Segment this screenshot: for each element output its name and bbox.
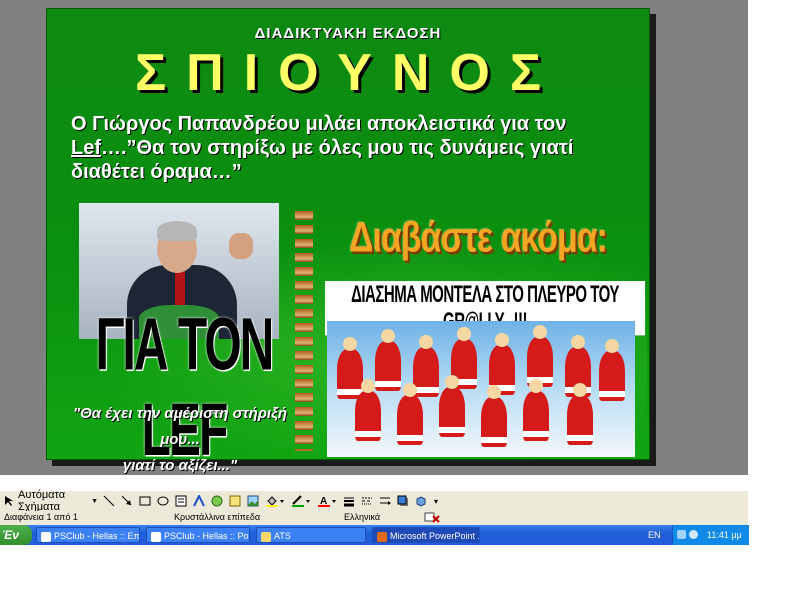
task-psclub-1[interactable]: PSClub - Hellas :: Επε...	[36, 527, 140, 543]
line-style-icon[interactable]	[342, 493, 356, 509]
model-figure	[439, 375, 465, 437]
read-more-heading: Διαβάστε ακόμα:	[349, 214, 608, 262]
autoshapes-menu[interactable]: Αυτόματα Σχήματα ▼	[18, 489, 98, 513]
headline: Ο Γιώργος Παπανδρέου μιλάει αποκλειστικά…	[71, 112, 631, 184]
start-button[interactable]: Έν	[0, 525, 32, 545]
spelling-check-icon[interactable]	[424, 511, 440, 525]
status-bar: Διαφάνεια 1 από 1 Κρυστάλλινα επίπεδα Ελ…	[0, 511, 748, 525]
slide-workspace: ΔΙΑΔΙΚΤΥΑΚΗ ΕΚΔΟΣΗ ΣΠΙΟΥΝΟΣ Ο Γιώργος Πα…	[0, 0, 748, 475]
model-figure	[337, 337, 363, 399]
browser-icon	[151, 531, 161, 542]
task-label: ATS	[274, 531, 291, 541]
design-name: Κρυστάλλινα επίπεδα	[174, 512, 261, 522]
wordart-tool-icon[interactable]	[192, 493, 206, 509]
model-figure	[567, 383, 593, 445]
task-psclub-2[interactable]: PSClub - Hellas :: Por...	[146, 527, 250, 543]
font-color-icon[interactable]: A	[316, 493, 338, 509]
task-ats[interactable]: ATS	[256, 527, 366, 543]
browser-icon	[41, 531, 51, 542]
model-figure	[599, 339, 625, 401]
fill-color-icon[interactable]	[264, 493, 286, 509]
headline-part2: ….”Θα τον στηρίξω με όλες μου τις δυνάμε…	[71, 137, 574, 183]
headline-part1: Ο Γιώργος Παπανδρέου μιλάει αποκλειστικά…	[71, 113, 567, 135]
quote-line-2: γιατί το αξίζει..."	[122, 457, 238, 474]
folder-icon	[261, 531, 271, 542]
model-figure	[481, 385, 507, 447]
models-photo	[327, 321, 635, 457]
rectangle-tool-icon[interactable]	[138, 493, 152, 509]
arrow-tool-icon[interactable]	[120, 493, 134, 509]
select-arrow-icon[interactable]	[4, 493, 14, 509]
line-color-icon[interactable]	[290, 493, 312, 509]
network-icon[interactable]	[677, 530, 686, 539]
language-status: Ελληνικά	[344, 512, 381, 522]
clock[interactable]: 11:41 μμ	[707, 525, 742, 545]
model-figure	[375, 329, 401, 391]
autoshapes-label: Αυτόματα Σχήματα	[18, 489, 66, 513]
slide-counter: Διαφάνεια 1 από 1	[4, 512, 78, 522]
dash-style-icon[interactable]	[360, 493, 374, 509]
task-label: PSClub - Hellas :: Por...	[164, 531, 250, 541]
model-figure	[355, 379, 381, 441]
speaker-hand	[229, 233, 253, 259]
textbox-tool-icon[interactable]	[174, 493, 188, 509]
masthead-title: ΣΠΙΟΥΝΟΣ	[134, 44, 562, 102]
arrow-style-icon[interactable]	[378, 493, 392, 509]
model-figure	[523, 379, 549, 441]
quote-text: "Θα έχει την αμέριστη στήριξή μου... για…	[55, 401, 305, 479]
dropdown-arrow-icon: ▼	[91, 497, 98, 505]
model-figure	[397, 383, 423, 445]
drawing-toolbar: Αυτόματα Σχήματα ▼ A ▾	[0, 489, 748, 513]
toolbar-options-icon[interactable]: ▾	[432, 493, 440, 509]
diagram-tool-icon[interactable]	[210, 493, 224, 509]
slide[interactable]: ΔΙΑΔΙΚΤΥΑΚΗ ΕΚΔΟΣΗ ΣΠΙΟΥΝΟΣ Ο Γιώργος Πα…	[46, 8, 650, 474]
clipart-tool-icon[interactable]	[228, 493, 242, 509]
slide-kicker: ΔΙΑΔΙΚΤΥΑΚΗ ΕΚΔΟΣΗ	[254, 25, 442, 42]
language-indicator[interactable]: EN	[648, 525, 661, 545]
quote-line-1: "Θα έχει την αμέριστη στήριξή μου...	[73, 405, 287, 448]
system-tray: 11:41 μμ	[672, 525, 749, 545]
headline-link: Lef	[71, 137, 101, 159]
taskbar: Έν PSClub - Hellas :: Επε... PSClub - He…	[0, 525, 749, 545]
powerpoint-icon	[377, 531, 387, 542]
volume-icon[interactable]	[689, 530, 698, 539]
picture-tool-icon[interactable]	[246, 493, 260, 509]
spiral-binding	[295, 211, 313, 451]
oval-tool-icon[interactable]	[156, 493, 170, 509]
shadow-style-icon[interactable]	[396, 493, 410, 509]
line-tool-icon[interactable]	[102, 493, 116, 509]
speaker-hair	[157, 221, 197, 241]
task-powerpoint[interactable]: Microsoft PowerPoint ...	[372, 527, 480, 543]
task-label: PSClub - Hellas :: Επε...	[54, 531, 140, 541]
3d-style-icon[interactable]	[414, 493, 428, 509]
task-label: Microsoft PowerPoint ...	[390, 531, 480, 541]
